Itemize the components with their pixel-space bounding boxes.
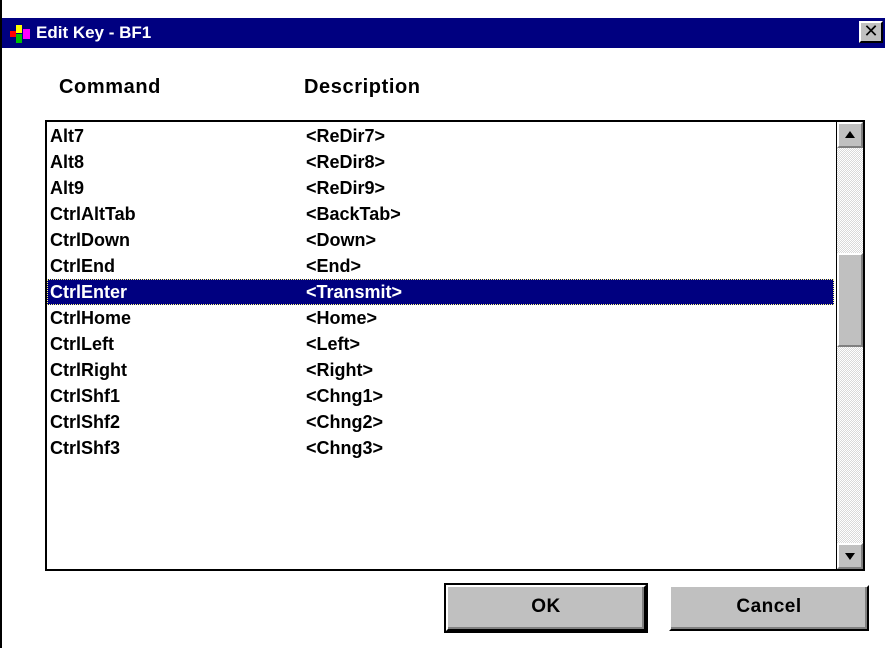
list-item[interactable]: CtrlAltTab <BackTab> — [47, 201, 834, 227]
list-item[interactable]: Alt7 <ReDir7> — [47, 123, 834, 149]
description-column-header: Description — [304, 76, 421, 98]
scroll-down-arrow-icon[interactable] — [837, 543, 863, 569]
edit-key-dialog: Edit Key - BF1 ✕ Command Description Alt… — [0, 0, 885, 648]
focus-rectangle — [47, 279, 834, 305]
list-item[interactable]: CtrlHome <Home> — [47, 305, 834, 331]
command-cell: CtrlEnter — [50, 282, 128, 302]
list-item[interactable]: CtrlShf3 <Chng3> — [47, 435, 834, 461]
command-cell: CtrlShf2 — [50, 412, 121, 432]
description-cell: <Chng3> — [306, 438, 384, 458]
command-cell: CtrlDown — [50, 230, 130, 250]
list-item[interactable]: CtrlLeft <Left> — [47, 331, 834, 357]
scroll-thumb[interactable] — [837, 253, 863, 347]
description-cell: <BackTab> — [306, 204, 401, 224]
cancel-button[interactable]: Cancel — [669, 585, 869, 631]
description-cell: <ReDir7> — [306, 126, 386, 146]
list-item[interactable]: CtrlEnd <End> — [47, 253, 834, 279]
list-item[interactable]: CtrlDown <Down> — [47, 227, 834, 253]
list-item[interactable]: Alt9 <ReDir9> — [47, 175, 834, 201]
description-cell: <ReDir9> — [306, 178, 386, 198]
list-item[interactable]: Alt8 <ReDir8> — [47, 149, 834, 175]
description-cell: <Chng2> — [306, 412, 384, 432]
command-cell: CtrlAltTab — [50, 204, 136, 224]
command-column-header: Command — [59, 76, 161, 98]
description-cell: <End> — [306, 256, 362, 276]
key-list[interactable]: Alt7 <ReDir7> Alt8 <ReDir8> Alt9 <ReDir9> Ctrl… — [45, 120, 865, 571]
description-cell: <Chng1> — [306, 386, 384, 406]
description-cell: <Down> — [306, 230, 377, 250]
scroll-up-arrow-icon[interactable] — [837, 122, 863, 148]
close-icon[interactable]: ✕ — [859, 21, 883, 43]
command-cell: CtrlShf1 — [50, 386, 121, 406]
command-cell: Alt8 — [50, 152, 85, 172]
ok-button[interactable]: OK — [444, 583, 648, 633]
command-cell: CtrlHome — [50, 308, 132, 328]
vertical-scrollbar[interactable] — [836, 122, 863, 569]
window-title: Edit Key - BF1 — [36, 23, 152, 42]
list-item[interactable]: CtrlShf2 <Chng2> — [47, 409, 834, 435]
description-cell: <ReDir8> — [306, 152, 386, 172]
description-cell: <Left> — [306, 334, 361, 354]
command-cell: CtrlLeft — [50, 334, 114, 354]
title-bar[interactable]: Edit Key - BF1 — [2, 18, 885, 48]
app-icon — [10, 25, 30, 43]
description-cell: <Transmit> — [306, 282, 403, 302]
command-cell: CtrlRight — [50, 360, 127, 380]
command-cell: Alt9 — [50, 178, 85, 198]
list-item[interactable]: CtrlRight <Right> — [47, 357, 834, 383]
command-cell: CtrlEnd — [50, 256, 115, 276]
list-item[interactable]: CtrlShf1 <Chng1> — [47, 383, 834, 409]
list-item[interactable]: CtrlEnter <Transmit> — [47, 279, 834, 305]
description-cell: <Home> — [306, 308, 378, 328]
description-cell: <Right> — [306, 360, 374, 380]
command-cell: Alt7 — [50, 126, 85, 146]
command-cell: CtrlShf3 — [50, 438, 121, 458]
